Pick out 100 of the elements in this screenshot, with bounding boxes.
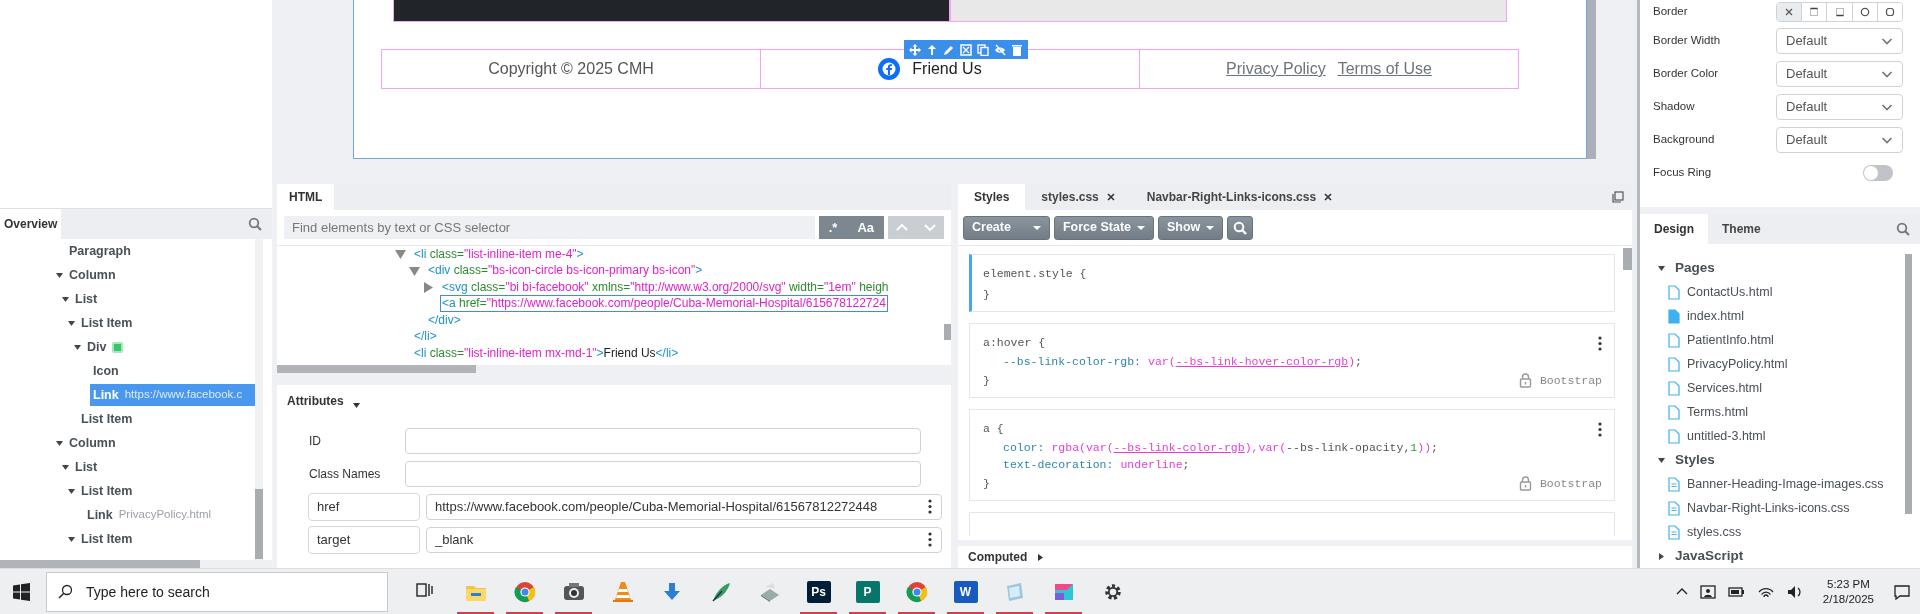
tree-item[interactable]: List Item <box>78 407 136 431</box>
css-selector[interactable]: a:hover { <box>983 333 1046 352</box>
caret-down-icon[interactable] <box>351 401 361 410</box>
css-declaration[interactable]: --bs-link-color-rgb: var(--bs-link-hover-color-rgb); <box>1003 352 1362 371</box>
toggle-button[interactable]: Aa <box>847 216 884 239</box>
tree-item[interactable]: List Item <box>78 527 136 551</box>
attribute-value-field[interactable] <box>405 427 921 454</box>
tree-group[interactable]: JavaScript <box>1675 545 1744 567</box>
tree-group[interactable]: Styles <box>1675 449 1715 471</box>
file-item[interactable]: untitled-3.html <box>1687 426 1766 446</box>
code-line[interactable]: </div> <box>426 311 463 329</box>
css-selector[interactable]: element.style { <box>983 264 1087 283</box>
attribute-value-field[interactable]: https://www.facebook.com/people/Cuba-Memorial-Hospital/61567812272448 <box>426 493 942 520</box>
panel-tab[interactable]: Overview <box>0 209 62 239</box>
close-icon[interactable] <box>1324 193 1333 201</box>
close-icon[interactable] <box>1106 193 1115 201</box>
app-tile-icon[interactable]: Ps <box>806 580 831 603</box>
tree-item[interactable]: List <box>72 455 101 479</box>
attribute-value-field[interactable]: _blank <box>426 526 942 553</box>
facebook-icon[interactable] <box>878 58 901 80</box>
browser-icon[interactable] <box>513 580 536 603</box>
traffic-cone-icon[interactable] <box>611 580 634 603</box>
search-icon[interactable] <box>1233 220 1248 235</box>
attribute-value-field[interactable] <box>405 460 921 487</box>
caret-down-icon[interactable] <box>61 462 70 472</box>
editor-tab[interactable]: Navbar-Right-Links-icons.css <box>1130 184 1349 210</box>
css-declaration[interactable]: color: rgba(var(--bs-link-color-rgb),var(--bs-link-opacity,1)); <box>1003 438 1438 457</box>
file-item[interactable]: ContactUs.html <box>1687 282 1773 302</box>
file-item[interactable]: PatientInfo.html <box>1687 330 1774 350</box>
copy-icon[interactable] <box>977 43 989 56</box>
code-line[interactable]: <li class="list-inline-item me-4"> <box>412 246 586 263</box>
taskbar-search-field[interactable]: Type here to search <box>46 571 388 612</box>
file-item[interactable]: index.html <box>1687 306 1744 326</box>
trash-icon[interactable] <box>1011 43 1023 56</box>
panel-tab[interactable]: Design <box>1640 214 1708 244</box>
toggle-button[interactable]: .* <box>818 216 848 239</box>
border-option[interactable] <box>1876 3 1902 21</box>
caret-down-icon[interactable] <box>67 318 76 328</box>
caret-down-icon[interactable] <box>67 486 76 496</box>
panel-tab[interactable]: Theme <box>1708 214 1775 244</box>
caret-down-icon[interactable] <box>55 438 64 448</box>
caret-right-icon[interactable] <box>1657 551 1666 561</box>
search-field[interactable]: Find elements by text or CSS selector <box>284 216 815 239</box>
attribute-name-field[interactable]: href <box>308 492 420 521</box>
notification-icon[interactable] <box>1894 583 1910 600</box>
tree-item[interactable]: Icon <box>90 359 122 383</box>
dropdown-button[interactable]: Show <box>1158 215 1224 240</box>
select-field[interactable]: Default <box>1776 126 1903 153</box>
restore-icon[interactable] <box>1612 191 1624 203</box>
code-line[interactable]: <div class="bs-icon-circle bs-icon-primary bs-icon"> <box>426 262 705 280</box>
caret-right-icon[interactable] <box>1036 552 1046 562</box>
attribute-name-field[interactable]: target <box>308 525 420 554</box>
tree-item[interactable]: Column <box>66 431 119 455</box>
search-icon[interactable] <box>248 217 262 231</box>
app-tile-icon[interactable]: P <box>855 580 880 603</box>
file-item[interactable]: styles.css <box>1687 522 1742 542</box>
code-line[interactable]: <svg class="bi bi-facebook" xmlns="http://www.w3.org/2000/svg" width="1em" heigh <box>440 278 891 296</box>
tree-item[interactable]: Paragraph <box>66 239 134 263</box>
tree-item[interactable]: List Item <box>78 311 136 335</box>
code-line[interactable]: <li class="list-inline-item mx-md-1">Friend Us</li> <box>412 344 681 362</box>
app-tile-icon[interactable]: W <box>953 580 978 603</box>
caret-up-icon[interactable] <box>1675 587 1688 596</box>
start-icon[interactable] <box>13 582 30 601</box>
eye-slash-icon[interactable] <box>994 43 1006 56</box>
tree-item[interactable]: Link PrivacyPolicy.html <box>84 503 215 527</box>
file-item[interactable]: Services.html <box>1687 378 1763 398</box>
css-declaration[interactable]: text-decoration: underline; <box>1003 455 1190 474</box>
editor-tab[interactable]: Styles <box>958 184 1026 210</box>
caret-down-icon[interactable] <box>1657 263 1666 273</box>
file-item[interactable]: Banner-Heading-Image-images.css <box>1687 474 1884 494</box>
border-option[interactable] <box>1777 3 1802 21</box>
caret-down-icon[interactable] <box>55 270 64 280</box>
create-button[interactable]: Create <box>963 215 1050 240</box>
kebab-menu-icon[interactable] <box>1598 422 1602 437</box>
arrow-up-icon[interactable] <box>926 43 938 56</box>
caret-down-icon[interactable] <box>61 294 70 304</box>
browser-icon[interactable] <box>905 580 928 603</box>
kebab-menu-icon[interactable] <box>1598 336 1602 351</box>
camera-icon[interactable] <box>562 580 585 603</box>
kebab-menu-icon[interactable] <box>928 531 932 547</box>
tree-group[interactable]: Pages <box>1675 257 1715 279</box>
pencil-icon[interactable] <box>943 43 955 56</box>
select-field[interactable]: Default <box>1776 60 1903 87</box>
tree-item[interactable]: List Item <box>78 479 136 503</box>
search-icon[interactable] <box>1896 222 1910 236</box>
caret-down-icon[interactable] <box>67 534 76 544</box>
tree-item[interactable]: Div <box>84 335 127 359</box>
move-icon[interactable] <box>909 43 921 56</box>
search-button[interactable] <box>1227 215 1254 240</box>
caret-down-icon[interactable] <box>1657 455 1666 465</box>
file-item[interactable]: Terms.html <box>1687 402 1749 422</box>
code-line[interactable]: </li> <box>412 328 439 346</box>
css-selector[interactable]: a { <box>983 419 1004 438</box>
file-item[interactable]: Navbar-Right-Links-icons.css <box>1687 498 1850 518</box>
footer-link[interactable]: Terms of Use <box>1337 57 1432 81</box>
dropdown-button[interactable]: Force State <box>1053 215 1154 240</box>
footer-link[interactable]: Privacy Policy <box>1226 57 1326 81</box>
file-item[interactable]: PrivacyPolicy.html <box>1687 354 1788 374</box>
expand-icon[interactable] <box>960 43 972 56</box>
caret-down-icon[interactable] <box>73 342 82 352</box>
